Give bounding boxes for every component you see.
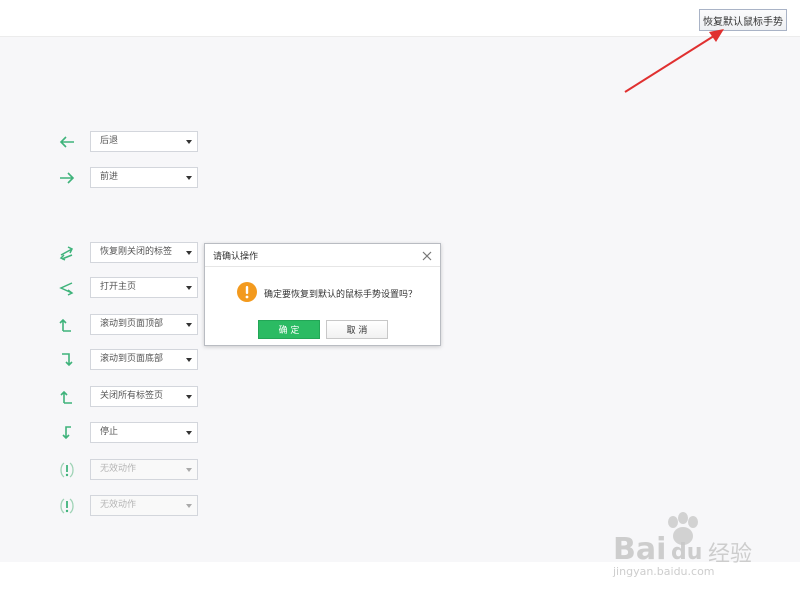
gesture-action-value: 滚动到页面顶部: [100, 319, 164, 329]
gesture-action-select[interactable]: 打开主页: [90, 277, 198, 298]
arrow-left-icon: [56, 131, 78, 153]
confirm-ok-button[interactable]: 确 定: [258, 320, 320, 339]
gesture-action-select[interactable]: 滚动到页面底部: [90, 349, 198, 370]
chevron-down-icon: [186, 176, 192, 180]
left-right-gesture-icon: [56, 277, 78, 299]
dialog-title: 请确认操作: [213, 252, 259, 262]
baidu-jingyan-watermark: Bai du 经验 jingyan.baidu.com: [613, 512, 763, 582]
top-bar: 恢复默认鼠标手势: [0, 0, 800, 37]
gesture-action-select[interactable]: 无效动作: [90, 459, 198, 480]
gesture-action-value: 滚动到页面底部: [100, 354, 164, 364]
up-left-gesture-icon: [56, 386, 78, 408]
chevron-down-icon: [186, 468, 192, 472]
gesture-action-select[interactable]: 滚动到页面顶部: [90, 314, 198, 335]
chevron-down-icon: [186, 286, 192, 290]
gesture-action-select[interactable]: 关闭所有标签页: [90, 386, 198, 407]
close-icon[interactable]: [420, 248, 434, 262]
chevron-down-icon: [186, 251, 192, 255]
gesture-action-value: 打开主页: [100, 282, 137, 292]
warning-icon: [237, 282, 257, 302]
gesture-action-value: 无效动作: [100, 464, 137, 474]
up-right-gesture-icon: [56, 314, 78, 336]
chevron-down-icon: [186, 395, 192, 399]
right-left-gesture-icon: [56, 242, 78, 264]
gesture-action-select[interactable]: 后退: [90, 131, 198, 152]
gesture-action-value: 后退: [100, 136, 119, 146]
arrow-right-icon: [56, 167, 78, 189]
gesture-action-value: 前进: [100, 172, 119, 182]
gesture-action-select[interactable]: 停止: [90, 422, 198, 443]
gesture-action-select[interactable]: 恢复刚关闭的标签: [90, 242, 198, 263]
chevron-down-icon: [186, 431, 192, 435]
gesture-action-value: 恢复刚关闭的标签: [100, 247, 173, 257]
invalid-gesture-icon: [56, 495, 78, 517]
confirm-cancel-button[interactable]: 取 消: [326, 320, 388, 339]
confirm-dialog: 请确认操作 确定要恢复到默认的鼠标手势设置吗？ 确 定 取 消: [204, 243, 441, 346]
watermark-brand-tail: du: [671, 540, 703, 565]
dialog-header: 请确认操作: [205, 244, 440, 267]
watermark-url: jingyan.baidu.com: [613, 565, 715, 578]
chevron-down-icon: [186, 358, 192, 362]
gesture-action-value: 关闭所有标签页: [100, 391, 164, 401]
gesture-action-value: 无效动作: [100, 500, 137, 510]
dialog-message: 确定要恢复到默认的鼠标手势设置吗？: [264, 290, 418, 300]
chevron-down-icon: [186, 504, 192, 508]
down-right-gesture-icon: [56, 349, 78, 371]
settings-page: 恢复默认鼠标手势 后退 前进 恢复刚关闭的标签 打开主页 滚动到页面顶部 滚动到…: [0, 0, 800, 600]
down-left-gesture-icon: [56, 422, 78, 444]
chevron-down-icon: [186, 140, 192, 144]
chevron-down-icon: [186, 323, 192, 327]
watermark-product: 经验: [708, 542, 753, 567]
gesture-action-select[interactable]: 无效动作: [90, 495, 198, 516]
gesture-action-value: 停止: [100, 427, 119, 437]
invalid-gesture-icon: [56, 459, 78, 481]
gesture-action-select[interactable]: 前进: [90, 167, 198, 188]
watermark-brand: Bai: [613, 532, 667, 567]
restore-default-gestures-button[interactable]: 恢复默认鼠标手势: [699, 9, 787, 31]
